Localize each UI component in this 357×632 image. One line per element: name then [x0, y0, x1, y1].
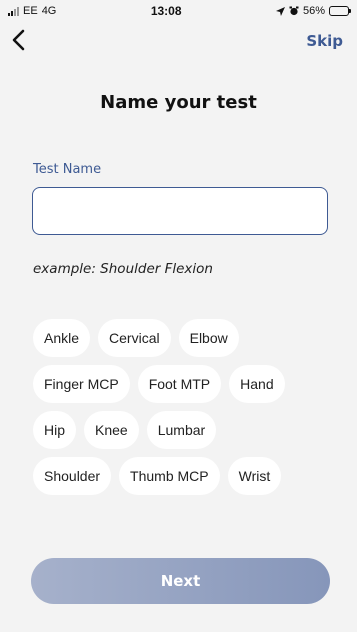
test-name-input[interactable]: [32, 187, 328, 235]
alarm-icon: [289, 6, 299, 16]
carrier-label: EE: [23, 5, 38, 17]
chip-row: Finger MCP Foot MTP Hand: [33, 365, 333, 403]
chip-row: Hip Knee Lumbar: [33, 411, 333, 449]
network-label: 4G: [41, 5, 57, 17]
chip-row: Shoulder Thumb MCP Wrist: [33, 457, 333, 495]
chip-elbow[interactable]: Elbow: [178, 319, 239, 357]
skip-button[interactable]: Skip: [306, 32, 343, 50]
signal-icon: [8, 6, 19, 16]
status-right: 56%: [275, 5, 351, 17]
next-button[interactable]: Next: [31, 558, 330, 604]
chip-thumb-mcp[interactable]: Thumb MCP: [119, 457, 220, 495]
status-left: EE 4G: [8, 5, 56, 17]
battery-icon: [328, 6, 351, 16]
battery-percent: 56%: [302, 5, 325, 17]
chip-ankle[interactable]: Ankle: [33, 319, 91, 357]
chip-finger-mcp[interactable]: Finger MCP: [33, 365, 130, 403]
chip-knee[interactable]: Knee: [84, 411, 139, 449]
page-title: Name your test: [100, 92, 257, 113]
status-time: 13:08: [150, 4, 182, 18]
nav-bar: Skip: [0, 26, 357, 56]
chip-hip[interactable]: Hip: [33, 411, 77, 449]
chip-foot-mtp[interactable]: Foot MTP: [137, 365, 222, 403]
chip-cervical[interactable]: Cervical: [98, 319, 171, 357]
test-name-label: Test Name: [33, 162, 102, 177]
example-hint: example: Shoulder Flexion: [33, 261, 213, 277]
status-bar: EE 4G 13:08 56%: [0, 0, 357, 22]
chip-shoulder[interactable]: Shoulder: [33, 457, 112, 495]
chevron-left-icon[interactable]: [8, 28, 32, 52]
chip-wrist[interactable]: Wrist: [227, 457, 282, 495]
suggestion-chips: Ankle Cervical Elbow Finger MCP Foot MTP…: [33, 319, 333, 503]
chip-row: Ankle Cervical Elbow: [33, 319, 333, 357]
location-arrow-icon: [275, 6, 285, 16]
chip-hand[interactable]: Hand: [229, 365, 285, 403]
chip-lumbar[interactable]: Lumbar: [146, 411, 217, 449]
